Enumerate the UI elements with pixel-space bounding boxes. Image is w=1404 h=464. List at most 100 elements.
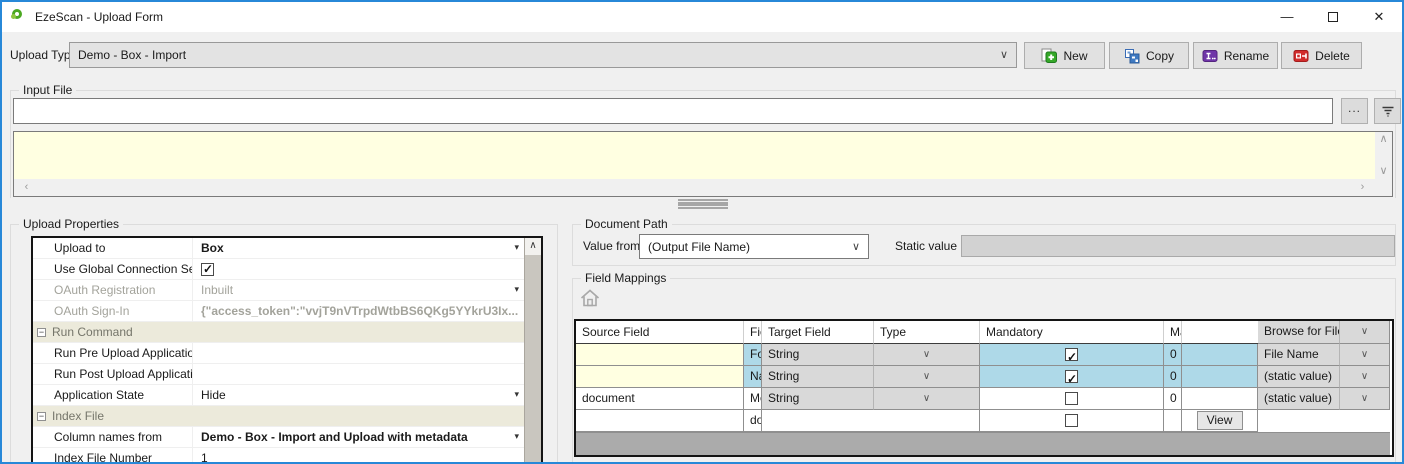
chevron-down-icon[interactable]: ∨ [1340, 388, 1390, 410]
property-label: Upload to [33, 238, 193, 258]
property-grid-scrollbar[interactable]: ∧ [524, 238, 541, 464]
type-dropdown[interactable]: String [762, 344, 874, 366]
property-row-pre-upload[interactable]: Run Pre Upload Application [33, 343, 524, 364]
property-row-application-state[interactable]: Application State Hide ▾ [33, 385, 524, 406]
property-label: Run Pre Upload Application [33, 343, 193, 363]
collapse-minus-icon[interactable]: − [37, 328, 46, 337]
collapse-minus-icon[interactable]: − [37, 412, 46, 421]
new-button[interactable]: New [1024, 42, 1105, 69]
value-from-value: (Output File Name) [648, 240, 750, 254]
notes-text-area[interactable] [14, 132, 1375, 179]
property-group-index-file[interactable]: − Index File [33, 406, 524, 427]
property-row-upload-to[interactable]: Upload to Box ▾ [33, 238, 524, 259]
property-row-column-names[interactable]: Column names from Demo - Box - Import an… [33, 427, 524, 448]
dropdown-arrow-icon[interactable]: ▾ [514, 431, 519, 442]
source-field-dropdown[interactable]: (static value) [1258, 388, 1340, 410]
maximize-button[interactable] [1310, 2, 1356, 32]
mandatory-cell[interactable] [980, 388, 1164, 410]
property-row-oauth-registration[interactable]: OAuth Registration Inbuilt ▾ [33, 280, 524, 301]
mandatory-cell[interactable] [980, 366, 1164, 388]
scroll-down-icon[interactable]: ∨ [1375, 164, 1392, 179]
property-label: Application State [33, 385, 193, 405]
input-file-group-label: Input File [19, 83, 76, 97]
target-field-cell[interactable]: Folder [744, 344, 762, 366]
rename-button[interactable]: Rename [1193, 42, 1278, 69]
source-field-dropdown[interactable]: (static value) [1258, 366, 1340, 388]
chevron-down-icon[interactable]: ∨ [1340, 344, 1390, 366]
copy-button[interactable]: Copy [1109, 42, 1189, 69]
scroll-up-icon[interactable]: ∧ [1375, 132, 1392, 147]
notes-area[interactable]: ∧ ∨ ‹ › [13, 131, 1393, 197]
field-value-cell[interactable]: document [576, 388, 744, 410]
property-label: OAuth Registration [33, 280, 193, 300]
dropdown-arrow-icon[interactable]: ▾ [514, 242, 519, 253]
chevron-down-icon[interactable]: ∨ [1340, 321, 1390, 344]
dropdown-arrow-icon[interactable]: ▾ [514, 389, 519, 400]
chevron-down-icon: ∨ [1000, 43, 1008, 67]
chevron-down-icon[interactable]: ∨ [874, 366, 980, 388]
field-mappings-group-label: Field Mappings [581, 271, 670, 285]
property-group-run-command[interactable]: − Run Command [33, 322, 524, 343]
copy-icon [1124, 48, 1140, 64]
action-cell [1182, 366, 1258, 388]
view-button[interactable]: View [1197, 411, 1243, 430]
field-value-cell[interactable] [576, 344, 744, 366]
action-cell [1182, 344, 1258, 366]
field-value-cell[interactable] [576, 410, 744, 432]
scroll-up-icon[interactable]: ∧ [525, 238, 541, 255]
mandatory-checkbox[interactable] [1065, 348, 1078, 361]
mandatory-cell[interactable] [980, 410, 1164, 432]
property-group-label: Index File [52, 409, 104, 423]
delete-button[interactable]: Delete [1281, 42, 1362, 69]
max-length-cell[interactable]: 0 [1164, 366, 1182, 388]
minimize-button[interactable]: — [1264, 2, 1310, 32]
static-value-label: Static value [895, 239, 957, 253]
type-dropdown[interactable]: String [762, 388, 874, 410]
target-field-cell[interactable]: document [744, 410, 762, 432]
input-file-path-field[interactable] [13, 98, 1333, 124]
type-cell[interactable] [762, 410, 980, 432]
field-value-cell[interactable] [576, 366, 744, 388]
chevron-down-icon[interactable]: ∨ [874, 344, 980, 366]
mandatory-checkbox[interactable] [1065, 414, 1078, 427]
scroll-right-icon[interactable]: › [1354, 180, 1371, 195]
property-row-global-settings[interactable]: Use Global Connection Settings [33, 259, 524, 280]
browse-button[interactable]: ... [1341, 98, 1368, 124]
property-row-oauth-signin[interactable]: OAuth Sign-In {"access_token":"vvjT9nVTr… [33, 301, 524, 322]
minimize-icon: — [1281, 9, 1294, 24]
property-row-index-file-number[interactable]: Index File Number 1 [33, 448, 524, 464]
property-value: {"access_token":"vvjT9nVTrpdWtbBS6QKg5YY… [201, 304, 518, 318]
property-grid: Upload to Box ▾ Use Global Connection Se… [31, 236, 543, 464]
action-cell [1182, 388, 1258, 410]
chevron-down-icon: ∨ [852, 235, 860, 259]
chevron-down-icon[interactable]: ∨ [1340, 366, 1390, 388]
target-field-cell[interactable]: Metadata Type [744, 388, 762, 410]
upload-type-combobox[interactable]: Demo - Box - Import ∨ [69, 42, 1017, 68]
mandatory-checkbox[interactable] [1065, 370, 1078, 383]
max-length-cell[interactable]: 0 [1164, 344, 1182, 366]
close-button[interactable]: ✕ [1356, 2, 1402, 32]
global-settings-checkbox[interactable] [201, 263, 214, 276]
home-icon[interactable] [579, 287, 601, 312]
max-length-cell[interactable]: 0 [1164, 388, 1182, 410]
max-length-cell[interactable] [1164, 410, 1182, 432]
delete-icon [1293, 48, 1309, 64]
filter-button[interactable] [1374, 98, 1401, 124]
mandatory-cell[interactable] [980, 344, 1164, 366]
source-field-dropdown[interactable]: File Name [1258, 344, 1340, 366]
splitter-handle[interactable] [678, 199, 728, 209]
property-row-post-upload[interactable]: Run Post Upload Application [33, 364, 524, 385]
type-dropdown[interactable]: String [762, 366, 874, 388]
mandatory-checkbox[interactable] [1065, 392, 1078, 405]
notes-vertical-scrollbar[interactable]: ∧ ∨ [1375, 132, 1392, 179]
value-from-combobox[interactable]: (Output File Name) ∨ [639, 234, 869, 259]
field-mappings-table: Source Field Field Value Target Field Ty… [574, 319, 1394, 457]
scroll-left-icon[interactable]: ‹ [18, 180, 35, 195]
target-field-cell[interactable]: Name [744, 366, 762, 388]
notes-horizontal-scrollbar[interactable]: ‹ › [14, 179, 1375, 196]
input-file-group: Input File ... ∧ ∨ ‹ › [10, 90, 1396, 198]
chevron-down-icon[interactable]: ∨ [874, 388, 980, 410]
static-value-field [961, 235, 1395, 257]
new-button-label: New [1063, 49, 1087, 63]
source-field-dropdown[interactable]: Browse for File Folder [1258, 321, 1340, 344]
